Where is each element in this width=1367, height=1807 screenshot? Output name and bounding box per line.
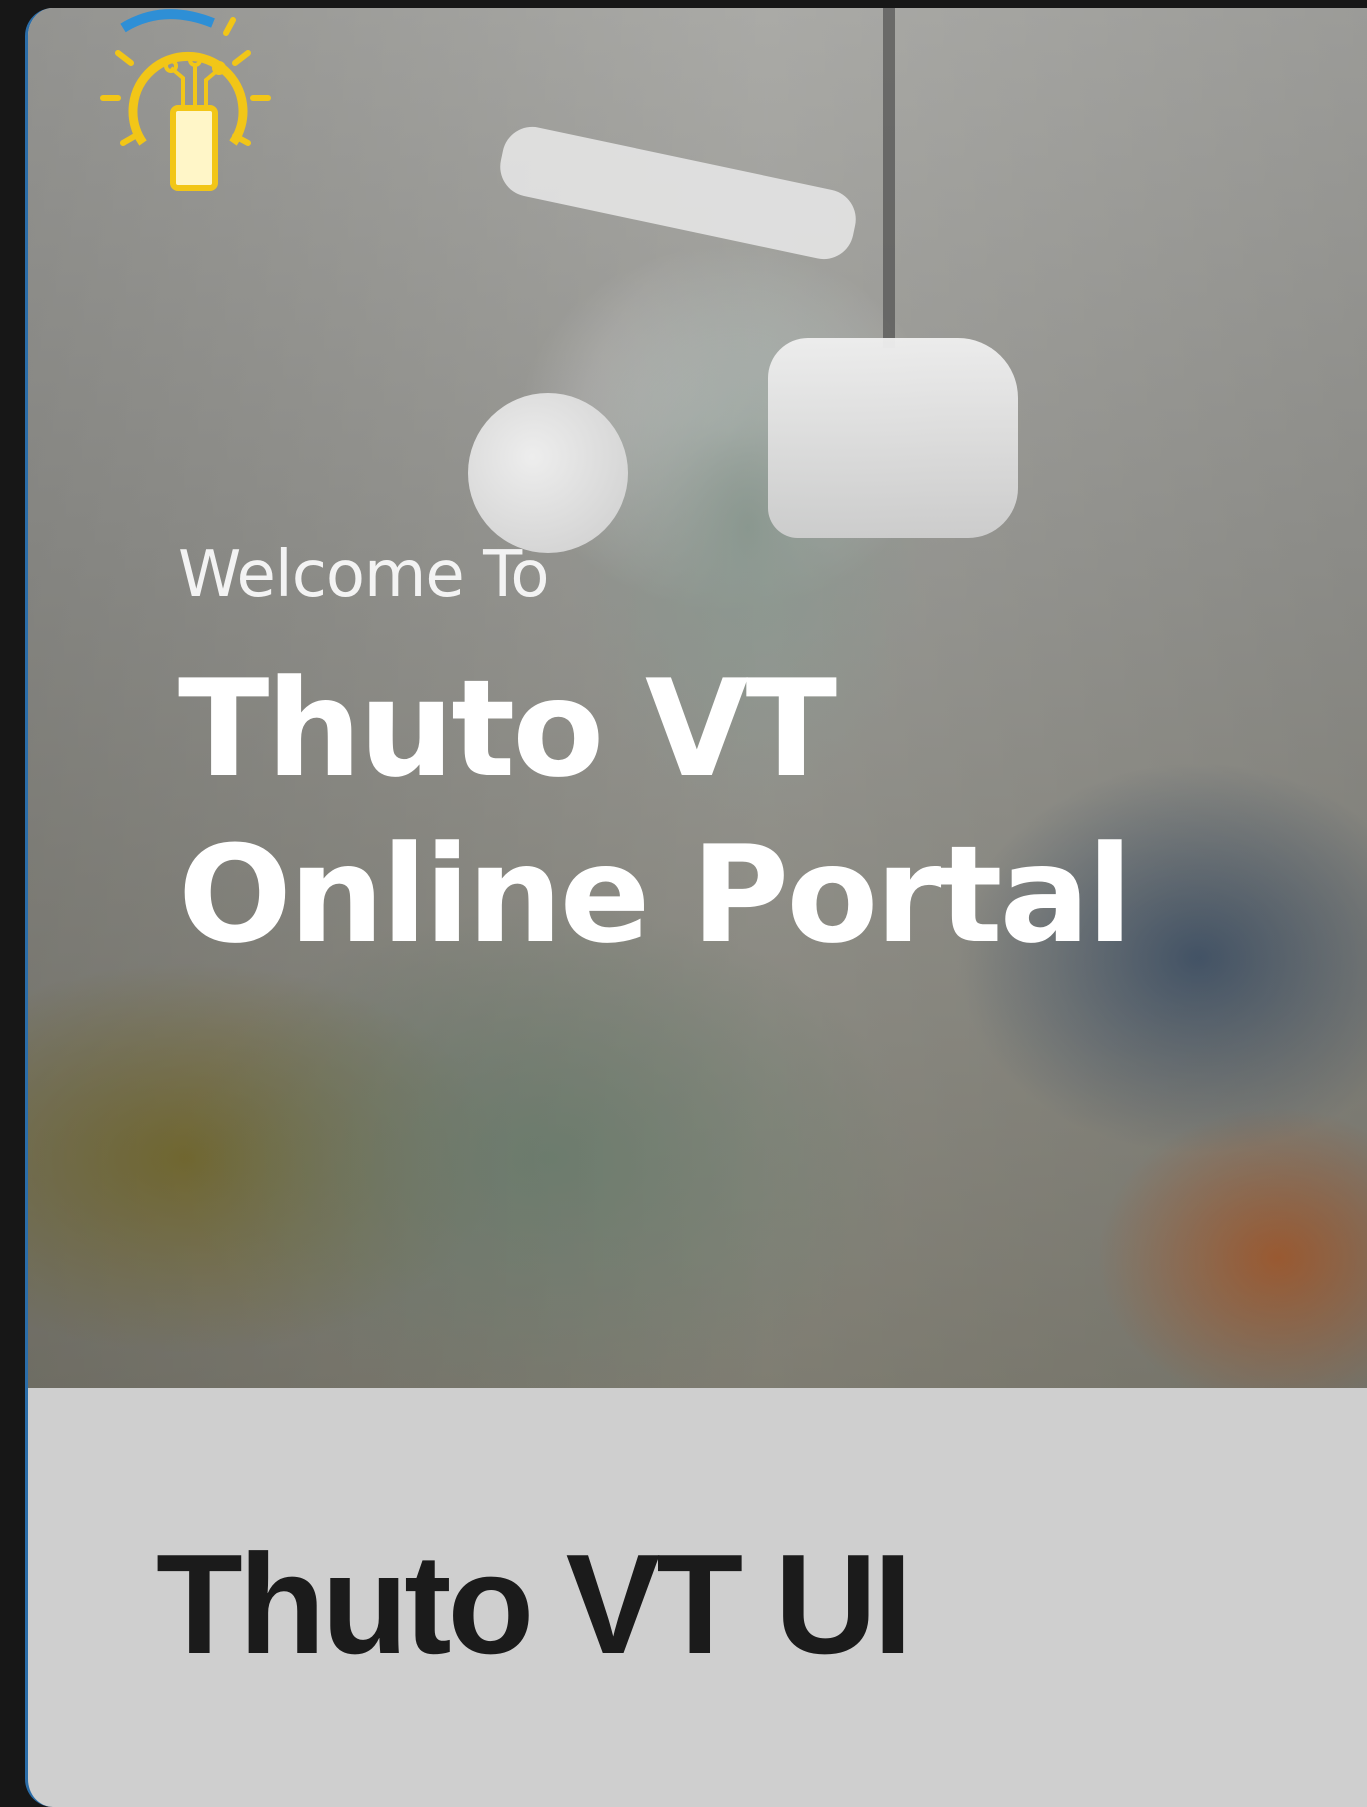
portal-title-line-1: Thuto VT (178, 651, 837, 807)
portal-title-line-2: Online Portal (178, 817, 1133, 973)
hero-image: Welcome To Thuto VT Online Portal (28, 8, 1367, 1388)
lightbulb-logo-icon (100, 9, 271, 191)
card-caption: Thuto VT UI (156, 1525, 913, 1684)
welcome-text: Welcome To (178, 538, 549, 612)
app-card[interactable]: Welcome To Thuto VT Online Portal Thuto … (25, 8, 1367, 1807)
portal-title: Thuto VT Online Portal (178, 646, 1133, 978)
